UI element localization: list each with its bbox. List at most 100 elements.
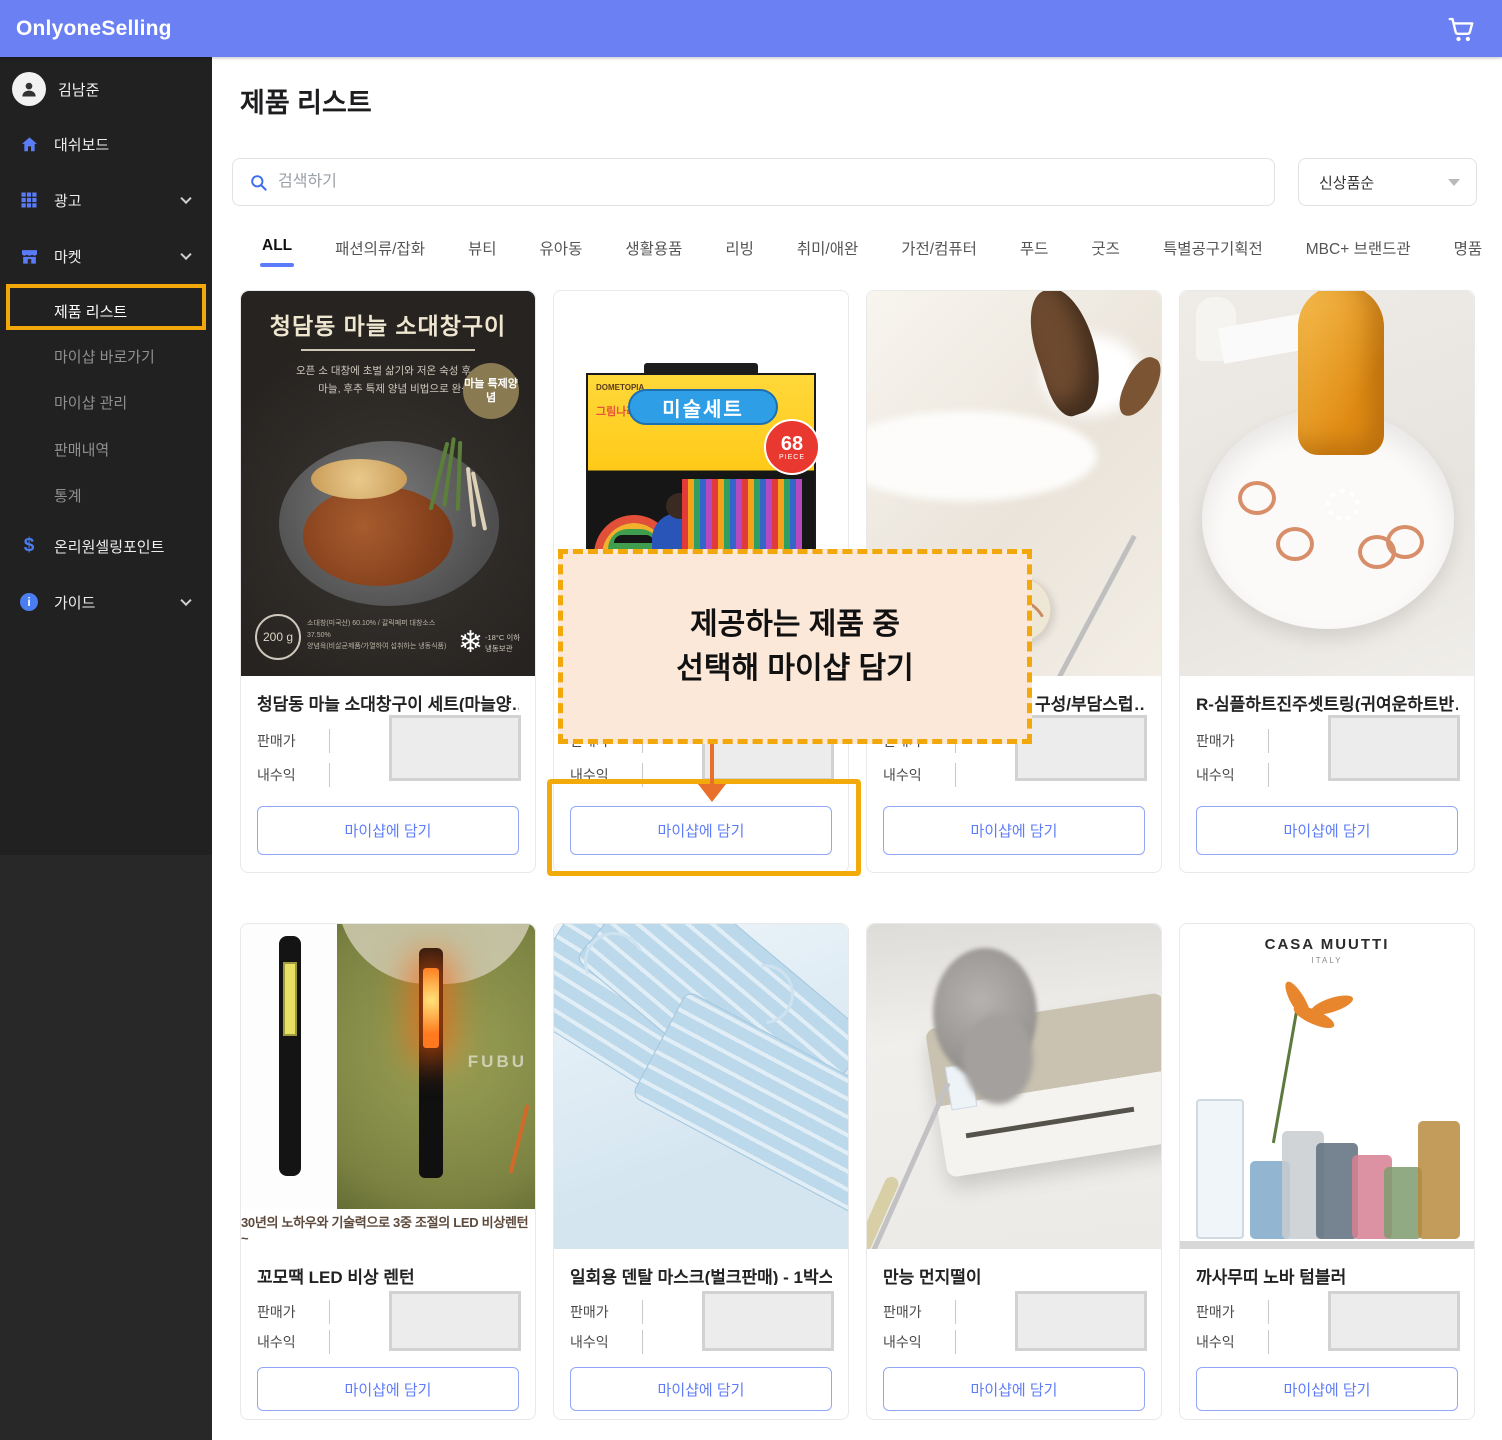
revenue-label: 내수익: [883, 1332, 941, 1352]
tab-special[interactable]: 특별공구기획전: [1163, 237, 1263, 271]
tab-mbc-brand[interactable]: MBC+ 브랜드관: [1306, 237, 1411, 271]
piece-badge: 68 PIECE: [764, 419, 820, 475]
sidebar-item-label: 온리원셀링포인트: [54, 536, 164, 557]
add-to-myshop-button[interactable]: 마이샵에 담기: [570, 1367, 832, 1411]
add-to-myshop-button[interactable]: 마이샵에 담기: [257, 1367, 519, 1411]
price-label: 판매가: [257, 1302, 315, 1322]
search-bar: [232, 158, 1275, 206]
sidebar-subitem-label: 통계: [54, 485, 82, 506]
sidebar-subitem-label: 마이샵 바로가기: [54, 346, 155, 367]
user-avatar-icon: [12, 72, 46, 106]
product-card: 청담동 마늘 소대창구이 오픈 소 대창에 초벌 삶기와 저온 숙성 후마늘, …: [240, 290, 536, 873]
tab-living-goods[interactable]: 생활용품: [625, 237, 682, 271]
info-icon: i: [18, 591, 40, 613]
product-title: 꼬모땍 LED 비상 렌턴: [257, 1263, 519, 1285]
add-to-myshop-button[interactable]: 마이샵에 담기: [257, 806, 519, 855]
product-image[interactable]: [1180, 291, 1474, 676]
sidebar-item-label: 대쉬보드: [54, 134, 109, 155]
revenue-label: 내수익: [883, 765, 941, 785]
photo-brand-text: CASA MUUTTI: [1180, 936, 1474, 953]
home-icon: [18, 133, 40, 155]
annotation-text-line2: 선택해 마이샵 담기: [676, 647, 913, 691]
revenue-label: 내수익: [1196, 1332, 1254, 1352]
tab-food[interactable]: 푸드: [1020, 237, 1049, 271]
product-title: 일회용 덴탈 마스크(벌크판매) - 1박스(2…: [570, 1263, 832, 1285]
image-banner-text: 30년의 노하우와 기술력으로 3중 조절의 LED 비상렌턴~: [241, 1209, 535, 1249]
product-card: 일회용 덴탈 마스크(벌크판매) - 1박스(2… 판매가 내수익 마이샵에 담…: [553, 923, 849, 1420]
sidebar-subitem-myshop-manage[interactable]: 마이샵 관리: [0, 385, 212, 419]
sidebar-item-points[interactable]: $ 온리원셀링포인트: [0, 529, 212, 563]
price-label: 판매가: [1196, 1302, 1254, 1322]
sidebar-item-ads[interactable]: 광고: [0, 183, 212, 217]
chevron-down-icon: [180, 595, 191, 606]
grid-icon: [18, 189, 40, 211]
photo-brand-subtext: ITALY: [1180, 956, 1474, 965]
frozen-note: -18°C 이하 냉동보관: [485, 632, 529, 655]
product-card: 만능 먼지떨이 판매가 내수익 마이샵에 담기: [866, 923, 1162, 1420]
search-input[interactable]: [278, 173, 1178, 191]
sidebar-subitem-sales-history[interactable]: 판매내역: [0, 432, 212, 466]
sidebar-item-market[interactable]: 마켓: [0, 239, 212, 273]
poster-headline: 청담동 마늘 소대창구이: [241, 307, 535, 341]
product-image[interactable]: CASA MUUTTI ITALY: [1180, 924, 1474, 1249]
snowflake-icon: ❄: [458, 625, 483, 660]
product-card: R-심플하트진주셋트링(귀여운하트반… 판매가 내수익 마이샵에 담기: [1179, 290, 1475, 873]
caret-down-icon: [1448, 179, 1460, 186]
add-to-myshop-button[interactable]: 마이샵에 담기: [883, 806, 1145, 855]
chevron-down-icon: [180, 193, 191, 204]
redacted-price-box: [1328, 715, 1460, 781]
page: OnlyoneSelling 김남준 대쉬보드: [0, 0, 1502, 1440]
sidebar-subitem-label: 판매내역: [54, 439, 109, 460]
user-name: 김남준: [58, 79, 99, 100]
product-image[interactable]: FUBU 30년의 노하우와 기술력으로 3중 조절의 LED 비상렌턴~: [241, 924, 535, 1249]
annotation-callout: 제공하는 제품 중 선택해 마이샵 담기: [558, 549, 1032, 744]
annotation-arrow: [710, 744, 714, 786]
tab-all[interactable]: ALL: [262, 237, 292, 267]
product-image[interactable]: [867, 924, 1161, 1249]
sidebar: 김남준 대쉬보드 광고: [0, 57, 212, 1440]
tab-beauty[interactable]: 뷰티: [468, 237, 497, 271]
main-content: 제품 리스트 신상품순 ALL 패션의류/잡화 뷰티 유아동 생활용품 리빙 취…: [212, 57, 1502, 1440]
tab-living[interactable]: 리빙: [725, 237, 754, 271]
price-label: 판매가: [570, 1302, 628, 1322]
revenue-label: 내수익: [257, 765, 315, 785]
product-image[interactable]: [554, 924, 848, 1249]
annotation-text-line1: 제공하는 제품 중: [690, 603, 900, 647]
tab-electronics[interactable]: 가전/컴퓨터: [901, 237, 977, 271]
add-to-myshop-button[interactable]: 마이샵에 담기: [1196, 806, 1458, 855]
redacted-price-box: [389, 1291, 521, 1351]
sidebar-subitem-stats[interactable]: 통계: [0, 478, 212, 512]
chevron-down-icon: [180, 249, 191, 260]
sidebar-item-dashboard[interactable]: 대쉬보드: [0, 127, 212, 161]
sidebar-user[interactable]: 김남준: [0, 69, 212, 109]
tab-goods[interactable]: 굿즈: [1091, 237, 1120, 271]
tab-kids[interactable]: 유아동: [540, 237, 583, 271]
product-title: 까사무띠 노바 텀블러: [1196, 1263, 1458, 1285]
sidebar-item-guide[interactable]: i 가이드: [0, 585, 212, 619]
cart-icon[interactable]: [1446, 14, 1476, 44]
brand-logo[interactable]: OnlyoneSelling: [16, 17, 172, 41]
product-title: 청담동 마늘 소대창구이 세트(마늘양…: [257, 690, 519, 712]
sidebar-highlight-box: [6, 284, 206, 330]
photo-brand-text: FUBU: [468, 1052, 527, 1072]
tab-luxury[interactable]: 명품: [1454, 237, 1483, 271]
add-to-myshop-button[interactable]: 마이샵에 담기: [883, 1367, 1145, 1411]
sort-dropdown[interactable]: 신상품순: [1298, 158, 1477, 206]
sidebar-item-label: 광고: [54, 190, 82, 211]
add-to-myshop-button[interactable]: 마이샵에 담기: [1196, 1367, 1458, 1411]
redacted-price-box: [702, 1291, 834, 1351]
product-title: 만능 먼지떨이: [883, 1263, 1145, 1285]
top-bar: OnlyoneSelling: [0, 0, 1502, 57]
sort-value: 신상품순: [1319, 172, 1374, 193]
dollar-icon: $: [18, 535, 40, 557]
tab-hobby-pet[interactable]: 취미/애완: [797, 237, 858, 271]
box-name: 미술세트: [628, 389, 778, 425]
category-tabs: ALL 패션의류/잡화 뷰티 유아동 생활용품 리빙 취미/애완 가전/컴퓨터 …: [262, 237, 1502, 271]
sidebar-subitem-myshop-link[interactable]: 마이샵 바로가기: [0, 339, 212, 373]
redacted-price-box: [389, 715, 521, 781]
poster-subtext: 오픈 소 대창에 초벌 삶기와 저온 숙성 후마늘, 후추 특제 양념 비법으로…: [241, 363, 471, 399]
product-image[interactable]: 청담동 마늘 소대창구이 오픈 소 대창에 초벌 삶기와 저온 숙성 후마늘, …: [241, 291, 535, 676]
revenue-label: 내수익: [257, 1332, 315, 1352]
tab-fashion[interactable]: 패션의류/잡화: [335, 237, 425, 271]
store-icon: [18, 245, 40, 267]
